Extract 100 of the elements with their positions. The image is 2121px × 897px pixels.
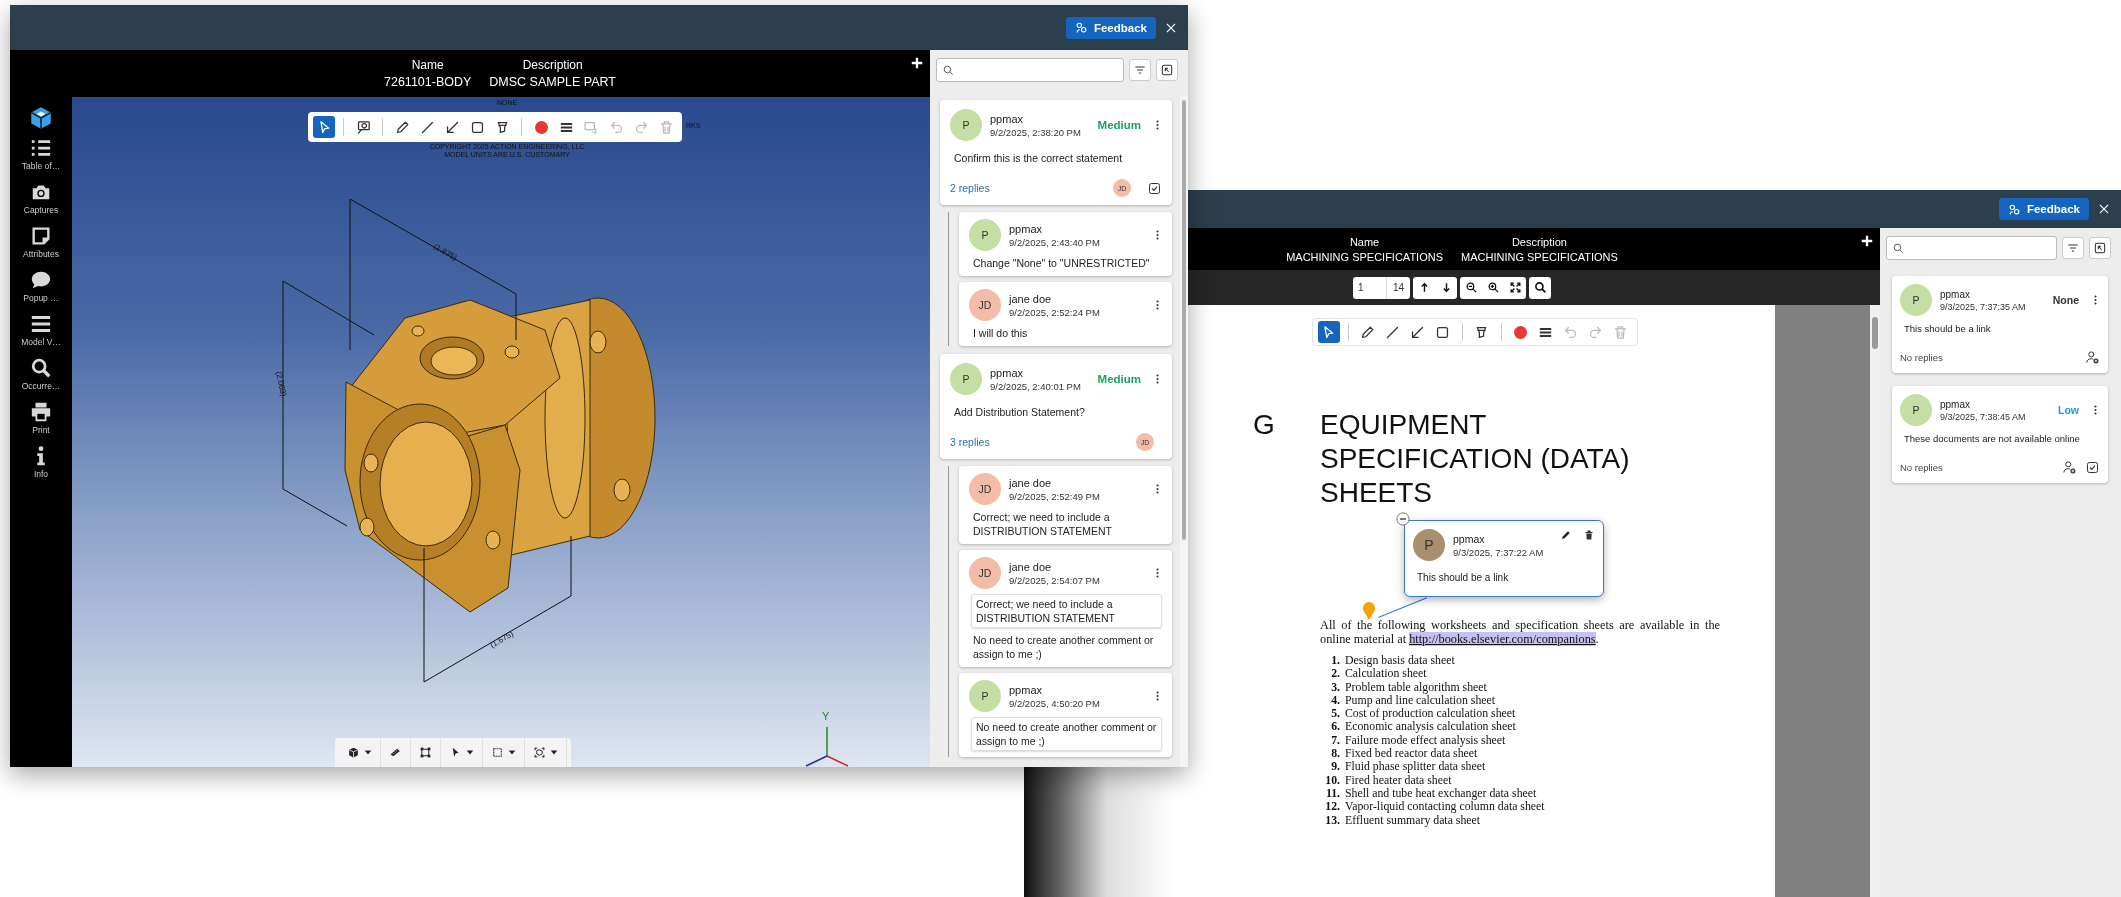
avatar: JD [969, 473, 1001, 505]
avatar: JD [969, 289, 1001, 321]
sidebar-item[interactable]: Attributes [11, 225, 71, 269]
comment-text: No need to create another comment or assign to me ;) [973, 633, 1155, 661]
add-person-icon[interactable] [2085, 350, 2100, 365]
list-item: Vapor-liquid contacting column data sheet [1345, 800, 1545, 814]
speech-bubble-icon [30, 269, 52, 291]
more-icon[interactable] [1155, 118, 1160, 132]
avatar: P [969, 219, 1001, 251]
sidebar-item[interactable]: Popup … [11, 269, 71, 313]
add-person-icon[interactable] [2062, 460, 2077, 475]
more-icon[interactable] [2093, 293, 2098, 307]
paragraph: All of the following worksheets and specification sheets are available in the online material at http://books.elsevier.com/companions. [1320, 618, 1720, 646]
dimension-label: (2.063) [274, 370, 289, 398]
quoted-text: Correct; we need to include a DISTRIBUTION STATEMENT [971, 594, 1162, 628]
printer-icon [30, 401, 52, 423]
collapse-icon [2093, 241, 2107, 255]
filter-icon [1133, 63, 1147, 77]
more-icon[interactable] [1155, 228, 1160, 242]
replies-link[interactable]: 3 replies [950, 436, 1136, 448]
reply-card[interactable]: JD jane doe 9/2/2025, 2:52:24 PM I will do this [959, 282, 1172, 346]
field-value: MACHINING SPECIFICATIONS [1286, 250, 1443, 263]
note-icon [30, 225, 52, 247]
check-square-icon[interactable] [2085, 460, 2100, 475]
feedback-button[interactable]: Feedback [1065, 16, 1156, 39]
ruler-icon [389, 746, 402, 759]
sidebar-item[interactable]: Model V… [11, 313, 71, 357]
avatar: P [1900, 284, 1932, 316]
section-letter: G [1253, 408, 1276, 442]
scrollbar-thumb[interactable] [1872, 317, 1878, 349]
list-item: Pump and line calculation sheet [1345, 693, 1496, 708]
more-icon[interactable] [2093, 403, 2098, 417]
comment-text: Add Distribution Statement? [954, 405, 1086, 419]
comment-card[interactable]: P ppmax 9/3/2025, 7:38:45 AM Low These documents are not available online No replies [1892, 386, 2108, 483]
collapse-icon [1160, 63, 1174, 77]
more-icon[interactable] [1155, 566, 1160, 580]
replies-link[interactable]: No replies [1900, 352, 2077, 363]
author-name: ppmax [1940, 398, 1971, 410]
list-item: Cost of production calculation sheet [1345, 707, 1516, 721]
more-icon[interactable] [1155, 298, 1160, 312]
list-icon [30, 137, 52, 159]
close-icon[interactable] [2097, 202, 2111, 216]
check-square-icon[interactable] [1147, 180, 1162, 196]
scrollbar[interactable] [1180, 96, 1188, 767]
field-value: 7261101-BODY [384, 75, 472, 89]
search-field[interactable] [936, 58, 1124, 82]
sidebar-item[interactable]: Table of… [11, 137, 71, 181]
filter-icon [2066, 241, 2080, 255]
feedback-button[interactable]: Feedback [1998, 198, 2089, 220]
list-number: 3. [1330, 680, 1340, 694]
list-item: Shell and tube heat exchanger data sheet [1345, 786, 1537, 801]
list-number: 7. [1330, 733, 1340, 748]
avatar: P [950, 363, 982, 395]
sidebar-item[interactable]: Info [11, 445, 71, 489]
cube-icon[interactable] [28, 105, 54, 131]
square-icon [491, 746, 504, 759]
timestamp: 9/2/2025, 4:50:20 PM [1009, 697, 1101, 709]
plus-icon[interactable] [1860, 234, 1874, 248]
timestamp: 9/3/2025, 7:37:35 AM [1940, 301, 2027, 312]
pencil-icon[interactable] [1560, 529, 1572, 541]
search-field[interactable] [1886, 236, 2057, 260]
avatar: P [1900, 394, 1932, 426]
sidebar-item[interactable]: Print [11, 401, 71, 445]
more-icon[interactable] [1155, 482, 1160, 496]
field-label: Name [1349, 235, 1380, 248]
sidebar-item[interactable]: Occurre… [11, 357, 71, 401]
trash-icon[interactable] [1583, 529, 1595, 541]
filter-button[interactable] [2062, 237, 2084, 259]
collapse-button[interactable] [1156, 59, 1178, 81]
replies-link[interactable]: No replies [1900, 462, 2054, 473]
field-value: DMSC SAMPLE PART [489, 75, 616, 89]
cube-icon [347, 746, 360, 759]
page-field[interactable]: 1 14 [1352, 276, 1411, 299]
link[interactable]: http://books.elsevier.com/companions [1409, 632, 1596, 646]
more-icon[interactable] [1155, 689, 1160, 703]
scrollbar-thumb[interactable] [1182, 100, 1186, 540]
comment-card[interactable]: P ppmax 9/3/2025, 7:37:35 AM None This should be a link No replies [1892, 276, 2108, 373]
minus-circle-icon[interactable] [1396, 512, 1410, 526]
tool-button[interactable] [313, 116, 335, 138]
sidebar-item[interactable]: Captures [11, 181, 71, 225]
zoom-in-icon [1486, 280, 1500, 294]
orientation-cube-icon [533, 746, 546, 759]
reply-card[interactable]: JD jane doe 9/2/2025, 2:52:49 PM Correct; we need to include a DISTRIBUTION STATEMENT [959, 466, 1172, 544]
expand-icon [1508, 280, 1522, 294]
list-number: 4. [1330, 693, 1340, 708]
replies-link[interactable]: 2 replies [950, 182, 1113, 194]
plus-icon[interactable] [910, 56, 924, 70]
collapse-button[interactable] [2089, 237, 2111, 259]
reply-card[interactable]: P ppmax 9/2/2025, 2:43:40 PM Change "None" to "UNRESTRICTED" [959, 212, 1172, 276]
list-number: 2. [1330, 667, 1340, 681]
caret-icon [364, 748, 372, 756]
timestamp: 9/2/2025, 2:52:49 PM [1009, 490, 1101, 502]
more-icon[interactable] [1155, 372, 1160, 386]
reply-card[interactable]: JD jane doe 9/2/2025, 2:54:07 PM Correct; we need to include a DISTRIBUTION STATEMENT No need to create another comment or assign to me ;) [959, 550, 1172, 667]
list-number: 13. [1324, 813, 1340, 827]
filter-button[interactable] [1129, 59, 1151, 81]
tool-button[interactable] [1317, 321, 1340, 343]
reply-card[interactable]: P ppmax 9/2/2025, 4:50:20 PM No need to create another comment or assign to me ;) [959, 673, 1172, 757]
field-label: Name [411, 58, 444, 72]
comment-text: Correct; we need to include a DISTRIBUTION STATEMENT [973, 510, 1114, 538]
